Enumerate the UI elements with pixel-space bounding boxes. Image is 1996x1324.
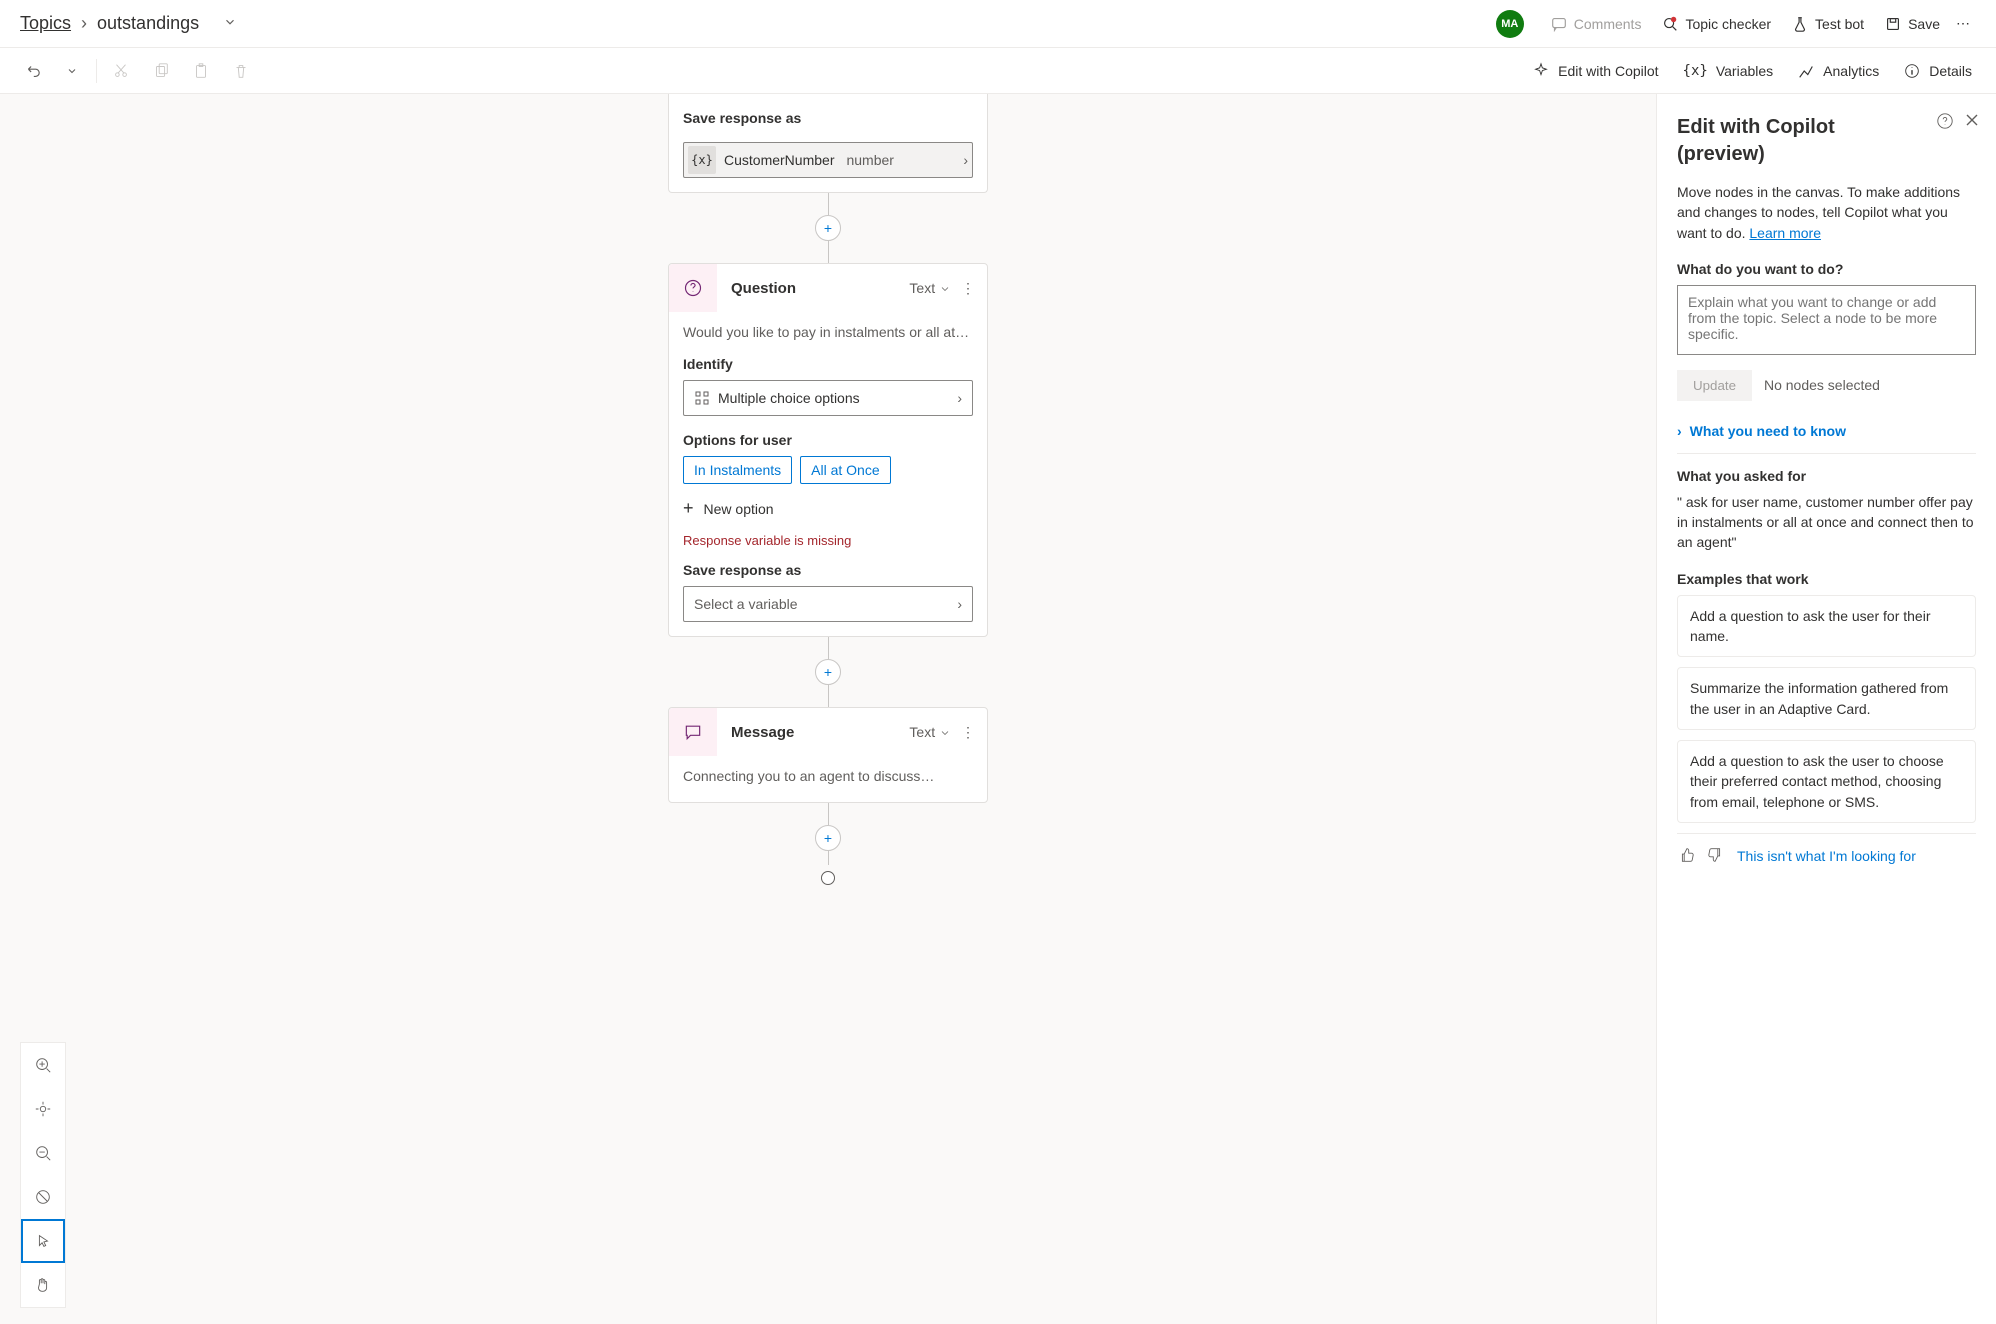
- variable-icon: {x}: [688, 146, 716, 174]
- asked-label: What you asked for: [1677, 468, 1976, 484]
- update-button[interactable]: Update: [1677, 370, 1752, 401]
- option-chip[interactable]: In Instalments: [683, 456, 792, 484]
- chevron-right-icon: ›: [963, 152, 968, 168]
- variables-button[interactable]: {x} Variables: [1671, 48, 1786, 94]
- fit-button[interactable]: [21, 1087, 65, 1131]
- panel-title: Edit with Copilot (preview): [1677, 114, 1976, 168]
- node-title: Message: [717, 724, 909, 741]
- grid-icon: [694, 390, 710, 406]
- select-variable-placeholder: Select a variable: [694, 596, 798, 612]
- node-more-button[interactable]: ⋮: [957, 280, 979, 297]
- identify-value: Multiple choice options: [718, 390, 860, 406]
- details-button[interactable]: Details: [1891, 48, 1984, 94]
- variable-picker[interactable]: {x} CustomerNumber number ›: [683, 142, 973, 178]
- example-item[interactable]: Add a question to ask the user for their…: [1677, 595, 1976, 658]
- examples-label: Examples that work: [1677, 571, 1976, 587]
- thumbs-down-button[interactable]: [1707, 846, 1725, 867]
- save-icon: [1884, 15, 1902, 33]
- identify-picker[interactable]: Multiple choice options ›: [683, 380, 973, 416]
- variable-icon: {x}: [1683, 63, 1708, 79]
- panel-intro: Move nodes in the canvas. To make additi…: [1677, 182, 1976, 243]
- select-tool-button[interactable]: [21, 1219, 65, 1263]
- comments-button[interactable]: Comments: [1540, 0, 1652, 48]
- learn-more-link[interactable]: Learn more: [1749, 225, 1821, 241]
- prompt-label: What do you want to do?: [1677, 261, 1976, 277]
- question-icon: [669, 264, 717, 312]
- chevron-right-icon: ›: [81, 13, 87, 34]
- topic-checker-button[interactable]: Topic checker: [1651, 0, 1781, 48]
- comment-icon: [1550, 15, 1568, 33]
- analytics-button[interactable]: Analytics: [1785, 48, 1891, 94]
- chevron-right-icon: ›: [1677, 423, 1682, 439]
- selection-hint: No nodes selected: [1764, 377, 1880, 393]
- more-button[interactable]: ⋯: [1950, 0, 1976, 48]
- add-node-button[interactable]: +: [815, 825, 841, 851]
- node-more-button[interactable]: ⋮: [957, 724, 979, 741]
- zoom-in-button[interactable]: [21, 1043, 65, 1087]
- add-node-button[interactable]: +: [815, 659, 841, 685]
- plus-icon: +: [683, 498, 694, 519]
- copy-button[interactable]: [141, 51, 181, 91]
- mode-dropdown[interactable]: Text: [909, 724, 951, 740]
- message-text: Connecting you to an agent to discuss…: [683, 768, 973, 784]
- sparkle-icon: [1532, 62, 1550, 80]
- undo-button[interactable]: [12, 51, 52, 91]
- delete-button[interactable]: [221, 51, 261, 91]
- header-bar: Topics › outstandings MA Comments Topic …: [0, 0, 1996, 48]
- edit-with-copilot-panel: Edit with Copilot (preview) Move nodes i…: [1656, 94, 1996, 1324]
- save-response-label: Save response as: [683, 562, 973, 578]
- breadcrumb-current: outstandings: [97, 13, 199, 34]
- breadcrumb-root[interactable]: Topics: [20, 13, 71, 34]
- new-option-button[interactable]: + New option: [683, 494, 973, 523]
- canvas[interactable]: Save response as {x} CustomerNumber numb…: [0, 94, 1656, 1324]
- variable-name: CustomerNumber: [724, 152, 834, 168]
- command-bar: Edit with Copilot {x} Variables Analytic…: [0, 48, 1996, 94]
- pan-tool-button[interactable]: [21, 1263, 65, 1307]
- chevron-right-icon: ›: [957, 596, 962, 612]
- variable-type: number: [846, 152, 893, 168]
- option-chip[interactable]: All at Once: [800, 456, 890, 484]
- what-you-need-to-know-accordion[interactable]: › What you need to know: [1677, 417, 1976, 454]
- asked-text: " ask for user name, customer number off…: [1677, 492, 1976, 553]
- flask-icon: [1791, 15, 1809, 33]
- close-button[interactable]: [1964, 112, 1980, 133]
- help-button[interactable]: [1936, 112, 1954, 133]
- reset-zoom-button[interactable]: [21, 1175, 65, 1219]
- paste-button[interactable]: [181, 51, 221, 91]
- edit-with-copilot-button[interactable]: Edit with Copilot: [1520, 48, 1670, 94]
- identify-label: Identify: [683, 356, 973, 372]
- select-variable-picker[interactable]: Select a variable ›: [683, 586, 973, 622]
- save-response-node-1[interactable]: Save response as {x} CustomerNumber numb…: [668, 94, 988, 193]
- cut-button[interactable]: [101, 51, 141, 91]
- example-item[interactable]: Summarize the information gathered from …: [1677, 667, 1976, 730]
- save-response-label: Save response as: [669, 94, 987, 134]
- info-icon: [1903, 62, 1921, 80]
- question-text: Would you like to pay in instalments or …: [683, 324, 973, 340]
- checker-icon: [1661, 15, 1679, 33]
- thumbs-up-button[interactable]: [1677, 846, 1695, 867]
- options-label: Options for user: [683, 432, 973, 448]
- test-bot-button[interactable]: Test bot: [1781, 0, 1874, 48]
- node-title: Question: [717, 280, 909, 297]
- error-text: Response variable is missing: [683, 533, 973, 548]
- end-node: [821, 871, 835, 885]
- feedback-link[interactable]: This isn't what I'm looking for: [1737, 848, 1916, 864]
- chevron-right-icon: ›: [957, 390, 962, 406]
- chevron-down-icon[interactable]: [223, 13, 237, 34]
- zoom-out-button[interactable]: [21, 1131, 65, 1175]
- avatar[interactable]: MA: [1496, 10, 1524, 38]
- save-button[interactable]: Save: [1874, 0, 1950, 48]
- message-icon: [669, 708, 717, 756]
- canvas-tools: [20, 1042, 66, 1308]
- question-node[interactable]: Question Text ⋮ Would you like to pay in…: [668, 263, 988, 637]
- analytics-icon: [1797, 62, 1815, 80]
- add-node-button[interactable]: +: [815, 215, 841, 241]
- mode-dropdown[interactable]: Text: [909, 280, 951, 296]
- example-item[interactable]: Add a question to ask the user to choose…: [1677, 740, 1976, 823]
- undo-dropdown[interactable]: [52, 51, 92, 91]
- copilot-prompt-input[interactable]: [1677, 285, 1976, 355]
- message-node[interactable]: Message Text ⋮ Connecting you to an agen…: [668, 707, 988, 803]
- breadcrumb: Topics › outstandings: [20, 13, 237, 34]
